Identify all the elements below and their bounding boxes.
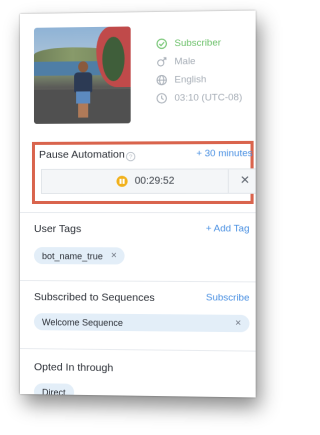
profile-photo [33,26,131,124]
subscribe-link[interactable]: Subscribe [206,292,250,303]
opted-in-section: Opted In through Direct [20,348,256,398]
sequences-section: Subscribed to Sequences Subscribe Welcom… [20,280,256,351]
remove-sequence-icon[interactable]: × [235,318,241,329]
tag-chip[interactable]: bot_name_true × [33,247,125,265]
tag-chip-label: bot_name_true [41,250,103,261]
pause-timer-value: 00:29:52 [134,175,175,187]
sequence-chip[interactable]: Welcome Sequence × [33,313,250,333]
male-icon [155,55,167,67]
opt-in-source-chip: Direct [33,383,74,398]
local-time-text: 03:10 (UTC-08) [174,91,243,104]
sequence-chip-label: Welcome Sequence [41,316,123,328]
svg-text:?: ? [129,155,133,161]
add-30-minutes-link[interactable]: + 30 minutes [196,148,252,159]
check-circle-icon [155,37,167,49]
pause-circle-icon [116,175,128,187]
opt-in-source-label: Direct [41,386,66,398]
photo-tree [102,36,125,82]
user-tags-title: User Tags [33,223,82,236]
timer-divider [227,169,229,193]
photo-person-legs [78,103,89,118]
pause-timer: 00:29:52 × [40,168,256,194]
time-row: 03:10 (UTC-08) [155,88,242,107]
pause-automation-title: Pause Automation [38,148,125,161]
language-row: English [155,70,242,89]
status-text: Subscriber [174,36,222,49]
photo-person-body [74,72,93,93]
photo-person-shorts [76,91,91,104]
screenshot-canvas: Subscriber Male English 03:10 (UTC-08) P… [0,0,300,435]
globe-icon [155,74,167,86]
language-text: English [174,73,207,86]
user-tags-section: User Tags + Add Tag bot_name_true × [20,212,256,282]
photo-person-head [78,61,89,73]
clock-icon [155,92,167,104]
pause-automation-section: Pause Automation ? + 30 minutes 00:29:52… [31,140,256,204]
status-row: Subscriber [155,33,242,52]
remove-tag-icon[interactable]: × [111,250,117,261]
profile-attributes: Subscriber Male English 03:10 (UTC-08) [155,33,242,107]
profile-header: Subscriber Male English 03:10 (UTC-08) [20,11,256,128]
gender-row: Male [155,51,242,70]
question-circle-icon[interactable]: ? [126,149,136,159]
subscriber-panel: Subscriber Male English 03:10 (UTC-08) P… [20,10,256,398]
close-icon[interactable]: × [240,171,249,188]
opted-in-title: Opted In through [33,361,114,375]
gender-text: Male [174,55,196,67]
add-tag-link[interactable]: + Add Tag [206,223,250,234]
sequences-title: Subscribed to Sequences [33,291,155,305]
